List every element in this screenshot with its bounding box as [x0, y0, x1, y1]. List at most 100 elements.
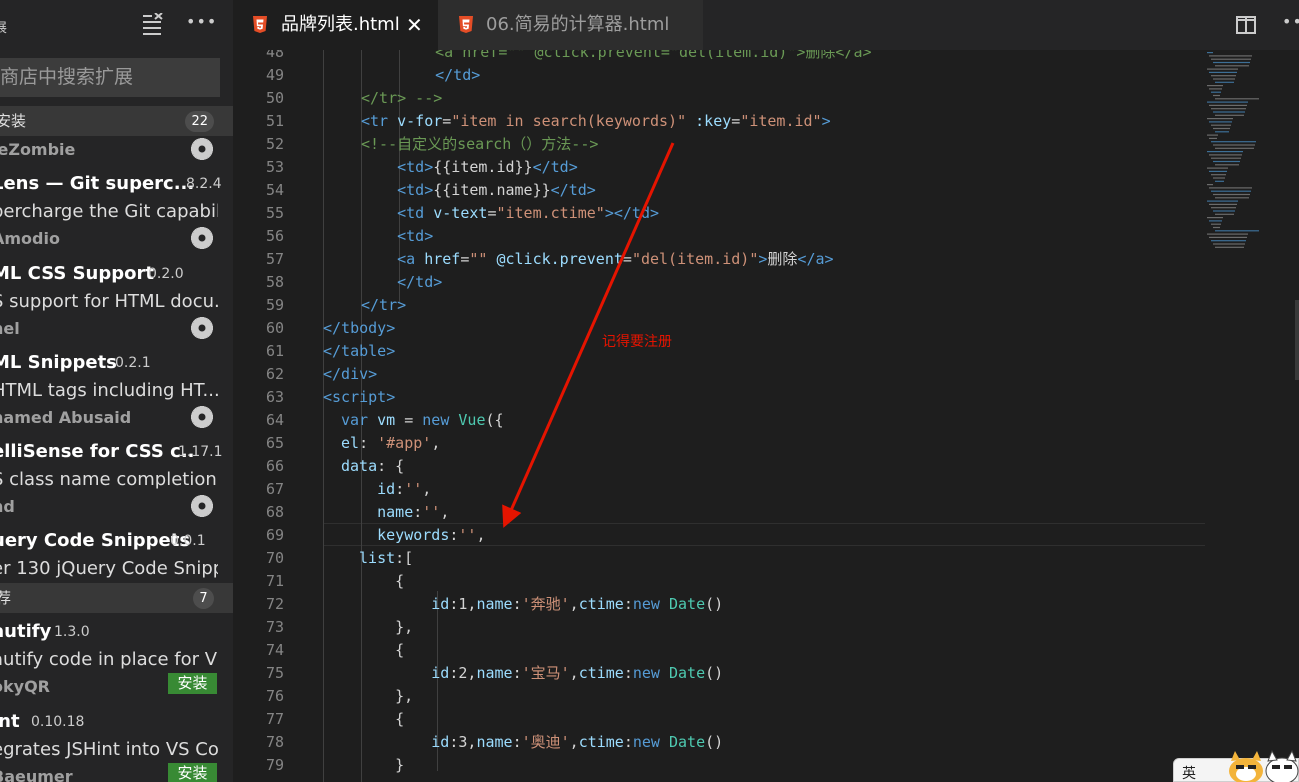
extension-item[interactable]: ML Snippets 0.2.1 HTML tags including HT.…: [0, 346, 233, 435]
code-token: new: [632, 733, 669, 751]
minimap[interactable]: [1205, 50, 1265, 255]
install-button[interactable]: 安装: [168, 763, 217, 782]
code-text: <td>{{item.name}}</td>: [361, 179, 596, 202]
extension-item[interactable]: ML CSS Support 0.2.0 S support for HTML do…: [0, 257, 233, 346]
tab-calculator[interactable]: 06.简易的计算器.html: [438, 0, 703, 50]
code-token: {{item.id}}: [433, 158, 533, 176]
minimap-line: [1215, 98, 1259, 100]
line-number: 53: [265, 158, 284, 176]
minimap-line: [1207, 134, 1218, 136]
code-token: :: [359, 434, 378, 452]
minimap-line: [1211, 240, 1246, 242]
line-number: 48: [265, 50, 284, 61]
close-icon[interactable]: ✕: [406, 0, 423, 50]
minimap-line: [1215, 197, 1249, 199]
clear-extensions-icon[interactable]: [141, 13, 163, 37]
extension-name: uery Code Snippets: [0, 530, 191, 551]
code-line: 67 id:'',: [233, 478, 1299, 501]
code-token: list: [350, 549, 396, 567]
code-token: },: [350, 687, 414, 705]
extension-item[interactable]: elliSense for CSS c..1.17.1 S class name …: [0, 435, 233, 524]
code-text: id:'',: [341, 478, 431, 501]
line-number: 51: [265, 112, 284, 130]
code-token: {{item.name}}: [433, 181, 551, 199]
code-token: ,: [431, 434, 441, 452]
code-token: :: [623, 733, 633, 751]
code-token: :3,: [449, 733, 477, 751]
code-token: ({: [485, 411, 504, 429]
code-token: =: [442, 112, 452, 130]
more-actions-icon[interactable]: •••: [1282, 12, 1299, 31]
minimap-line: [1213, 61, 1250, 64]
code-token: },: [350, 618, 414, 636]
code-token: Vue: [458, 411, 486, 429]
code-token: (): [705, 664, 724, 682]
code-line: 64 var vm = new Vue({: [233, 409, 1299, 432]
extension-description: er 130 jQuery Code Snipp...: [0, 558, 218, 579]
code-text: <td v-text="item.ctime"></td>: [361, 202, 659, 225]
code-line: 61 </table>: [233, 340, 1299, 363]
extension-author: nd: [0, 497, 15, 516]
ime-language[interactable]: 英: [1182, 763, 1196, 782]
minimap-line: [1215, 65, 1249, 67]
extension-author: okyQR: [0, 677, 50, 696]
code-text: var vm = new Vue({: [341, 409, 504, 432]
extension-item[interactable]: autify1.3.0 autify code in place for VS..…: [0, 615, 233, 704]
code-text: id:3,name:'奥迪',ctime:new Date(): [350, 731, 723, 754]
code-token: <a href="" @click.prevent="del(item.id)"…: [399, 50, 872, 61]
code-token: Date: [669, 595, 706, 613]
gear-icon[interactable]: [191, 317, 213, 339]
code-line: 76 },: [233, 685, 1299, 708]
minimap-line: [1215, 213, 1234, 215]
line-number: 52: [265, 135, 284, 153]
code-token: ,: [440, 503, 450, 521]
split-editor-icon[interactable]: [1236, 16, 1256, 34]
code-token: <a: [361, 250, 425, 268]
extension-description: egrates JSHint into VS Co...: [0, 739, 218, 760]
line-number: 50: [265, 89, 284, 107]
code-token: </tr>: [361, 296, 407, 314]
gear-icon[interactable]: [191, 138, 213, 160]
code-text: keywords:'',: [341, 524, 486, 547]
code-token: '': [422, 503, 441, 521]
extension-description: HTML tags including HT...: [0, 380, 218, 401]
ime-toolbar[interactable]: 英: [1173, 749, 1299, 782]
minimap-line: [1213, 78, 1235, 80]
gear-icon[interactable]: [191, 495, 213, 517]
minimap-line: [1211, 223, 1221, 225]
extension-item[interactable]: leZombie: [0, 78, 233, 167]
line-number: 62: [265, 365, 284, 383]
code-editor[interactable]: 48 <a href="" @click.prevent="del(item.i…: [233, 50, 1299, 782]
extension-description: S class name completion ...: [0, 469, 218, 490]
line-number: 60: [265, 319, 284, 337]
minimap-line: [1209, 187, 1252, 189]
gear-icon[interactable]: [191, 227, 213, 249]
extension-item[interactable]: Lens — Git superc... 8.2.4 percharge the G…: [0, 167, 233, 256]
install-button[interactable]: 安装: [168, 673, 217, 694]
code-token: :key: [686, 112, 732, 130]
tab-brand-list[interactable]: 品牌列表.html ✕: [233, 0, 438, 50]
code-token: ,: [569, 664, 579, 682]
code-text: list:[: [350, 547, 413, 570]
editor-scrollbar[interactable]: [1295, 300, 1299, 380]
code-token: }: [350, 756, 405, 774]
gear-icon[interactable]: [191, 406, 213, 428]
more-actions-icon[interactable]: •••: [186, 12, 217, 31]
minimap-line: [1209, 154, 1242, 156]
code-token: :: [512, 664, 522, 682]
minimap-line: [1213, 193, 1250, 196]
code-token: <td: [361, 204, 434, 222]
code-text: </table>: [323, 340, 395, 363]
minimap-line: [1215, 180, 1224, 182]
code-token: name: [476, 733, 513, 751]
minimap-line: [1209, 71, 1237, 73]
code-line: 75 id:2,name:'宝马',ctime:new Date(): [233, 662, 1299, 685]
code-token: ,: [476, 526, 486, 544]
minimap-line: [1211, 58, 1251, 60]
recommended-section-header[interactable]: 荐 7: [0, 583, 233, 613]
html5-icon: [459, 16, 473, 33]
minimap-line: [1209, 170, 1227, 172]
extension-item[interactable]: int 0.10.18 egrates JSHint into VS Co... Ba…: [0, 705, 233, 782]
line-number: 72: [265, 595, 284, 613]
code-text: data: {: [341, 455, 404, 478]
